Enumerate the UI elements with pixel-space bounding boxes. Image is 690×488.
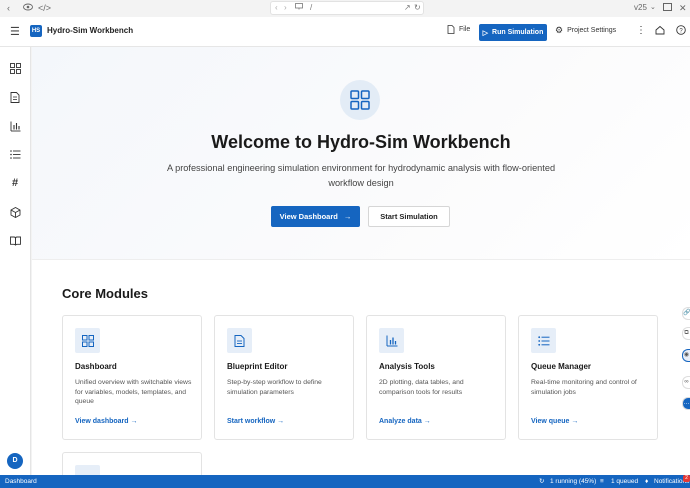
card-description: Unified overview with switchable views f… — [75, 379, 192, 406]
view-queue-link[interactable]: View queue → — [531, 418, 578, 425]
project-settings-button[interactable]: ⚙ Project Settings — [555, 25, 616, 36]
analyze-data-link[interactable]: Analyze data → — [379, 418, 431, 425]
browser-toolbar: ‹ </> ‹ › / ↗ ↻ v25 ⌄ ✕ — [0, 0, 690, 17]
play-icon: ▷ — [482, 29, 489, 37]
start-simulation-label: Start Simulation — [380, 212, 438, 221]
module-icon — [75, 465, 100, 475]
avatar[interactable]: D — [7, 453, 23, 469]
module-card-queue[interactable]: Queue Manager Real-time monitoring and c… — [518, 315, 658, 440]
help-icon[interactable]: ? — [676, 25, 686, 38]
document-icon — [10, 91, 20, 103]
project-settings-label: Project Settings — [567, 27, 617, 34]
nav-forward-icon[interactable]: › — [284, 2, 287, 14]
view-dashboard-link[interactable]: View dashboard → — [75, 418, 138, 425]
view-dashboard-label: View Dashboard — [279, 212, 338, 221]
module-card-partial[interactable] — [62, 452, 202, 475]
sidebar-item-analysis[interactable] — [8, 119, 22, 133]
sidebar-item-variables[interactable]: # — [8, 176, 22, 190]
run-simulation-label: Run Simulation — [492, 29, 544, 36]
card-title: Blueprint Editor — [227, 362, 288, 371]
refresh-icon[interactable]: ↻ — [414, 2, 421, 14]
card-description: Real-time monitoring and control of simu… — [531, 379, 637, 396]
page-title: Welcome to Hydro-Sim Workbench — [211, 132, 511, 152]
status-bar: Dashboard ↻ 1 running (45%) ≡ 1 queued ♦… — [0, 475, 690, 488]
edge-widget-link[interactable]: 🔗 — [682, 307, 690, 320]
monitor-icon — [295, 2, 303, 14]
sidebar-item-queue[interactable] — [8, 147, 22, 161]
dashboard-grid-icon — [9, 62, 21, 74]
nav-back-icon[interactable]: ‹ — [275, 2, 278, 14]
list-icon — [9, 149, 20, 159]
card-title: Dashboard — [75, 362, 117, 371]
hamburger-menu-icon[interactable]: ☰ — [10, 25, 20, 38]
hero-subtitle: A professional engineering simulation en… — [166, 163, 556, 188]
sidebar-item-docs[interactable] — [8, 234, 22, 248]
eye-icon[interactable] — [23, 2, 33, 14]
main-content: Welcome to Hydro-Sim Workbench A profess… — [32, 47, 690, 475]
start-workflow-link[interactable]: Start workflow → — [227, 418, 284, 425]
more-vertical-icon[interactable]: ⋮ — [636, 25, 646, 36]
app-title: Hydro-Sim Workbench — [47, 26, 134, 35]
dashboard-grid-icon — [75, 328, 100, 353]
start-simulation-button[interactable]: Start Simulation — [368, 206, 450, 227]
sidebar: # D — [0, 47, 31, 475]
card-description: 2D plotting, data tables, and comparison… — [379, 379, 464, 396]
back-arrow-icon[interactable]: ‹ — [7, 2, 10, 14]
bar-chart-icon — [379, 328, 404, 353]
svg-text:?: ? — [679, 28, 683, 34]
card-link-label: Analyze data — [379, 418, 422, 425]
address-bar[interactable]: ‹ › / ↗ ↻ — [270, 1, 424, 15]
hash-icon: # — [11, 177, 19, 189]
bell-icon: ♦ — [645, 478, 649, 485]
view-dashboard-button[interactable]: View Dashboard → — [271, 206, 360, 227]
code-icon[interactable]: </> — [38, 2, 51, 14]
edge-widget-chat[interactable]: … — [682, 397, 690, 410]
close-icon[interactable]: ✕ — [679, 2, 687, 14]
sidebar-item-models[interactable] — [8, 205, 22, 219]
file-label: File — [459, 26, 471, 33]
spinner-icon: ↻ — [539, 478, 545, 485]
version-label: v25 — [634, 3, 647, 12]
hero-dashboard-icon — [340, 80, 380, 120]
queued-status[interactable]: 1 queued — [611, 477, 638, 486]
edge-widget-copy[interactable]: ⧉ — [682, 327, 690, 340]
module-card-dashboard[interactable]: Dashboard Unified overview with switchab… — [62, 315, 202, 440]
url-text[interactable]: / — [310, 2, 312, 14]
card-title: Queue Manager — [531, 362, 592, 371]
edge-widget-share[interactable]: ∞ — [682, 376, 690, 389]
core-modules-heading: Core Modules — [62, 286, 148, 301]
document-icon — [227, 328, 252, 353]
file-icon — [447, 25, 455, 34]
running-status[interactable]: 1 running (45%) — [550, 477, 596, 486]
list-icon — [531, 328, 556, 353]
card-link-label: View dashboard — [75, 418, 129, 425]
chevron-down-icon[interactable]: ⌄ — [650, 2, 656, 14]
window-icon[interactable] — [663, 2, 672, 14]
app-header: ☰ HS Hydro-Sim Workbench File ▷ Run Simu… — [0, 17, 690, 47]
card-link-label: View queue — [531, 418, 570, 425]
cube-icon — [10, 206, 20, 218]
status-current-view: Dashboard — [5, 478, 37, 485]
hero-section: Welcome to Hydro-Sim Workbench A profess… — [32, 47, 690, 260]
card-title: Analysis Tools — [379, 362, 435, 371]
arrow-right-icon: → — [343, 212, 352, 221]
run-simulation-button[interactable]: ▷ Run Simulation — [479, 24, 547, 41]
edge-widget-assistant[interactable]: ◉ — [682, 349, 690, 362]
external-link-icon[interactable]: ↗ — [404, 2, 411, 14]
book-icon — [9, 236, 21, 246]
notification-count-badge: 2 — [683, 475, 690, 482]
gear-icon: ⚙ — [555, 25, 564, 35]
app-logo: HS — [30, 25, 42, 37]
card-link-label: Start workflow — [227, 418, 276, 425]
module-card-analysis[interactable]: Analysis Tools 2D plotting, data tables,… — [366, 315, 506, 440]
queue-icon: ≡ — [600, 478, 604, 485]
sidebar-item-dashboard[interactable] — [8, 61, 22, 75]
home-icon[interactable] — [655, 25, 665, 38]
file-button[interactable]: File — [447, 25, 470, 34]
module-card-blueprint[interactable]: Blueprint Editor Step-by-step workflow t… — [214, 315, 354, 440]
sidebar-item-blueprint[interactable] — [8, 90, 22, 104]
bar-chart-icon — [10, 121, 20, 131]
card-description: Step-by-step workflow to define simulati… — [227, 379, 322, 396]
